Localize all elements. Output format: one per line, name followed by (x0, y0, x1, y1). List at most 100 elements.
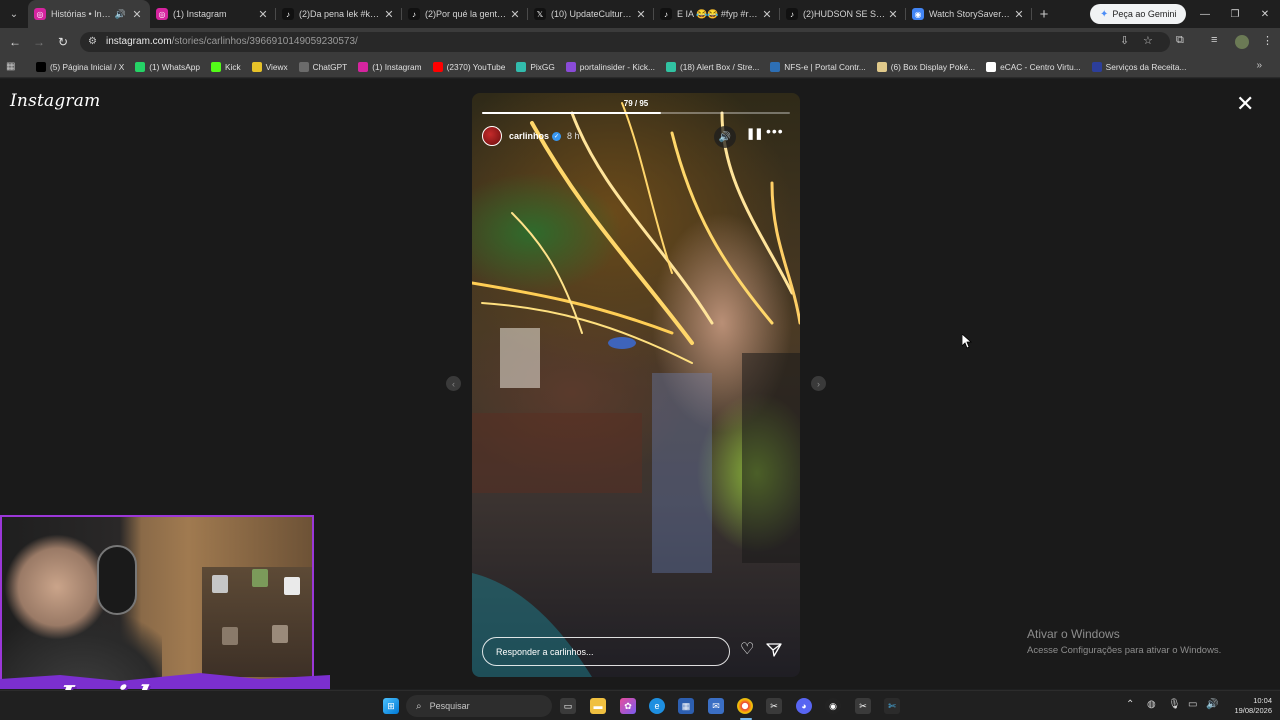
bookmark-item[interactable]: portalinsider - Kick... (565, 61, 655, 72)
task-view-icon[interactable]: ▭ (560, 698, 576, 714)
x-icon (36, 61, 46, 72)
bookmark-item[interactable]: (1) Instagram (358, 61, 422, 72)
close-story-icon[interactable]: ✕ (1236, 93, 1254, 115)
previous-story-icon[interactable]: ‹ (446, 376, 461, 391)
copilot-icon[interactable]: ✿ (620, 698, 636, 714)
browser-tab[interactable]: ◎ Histórias • Instagram🔊 ✕ (28, 0, 150, 28)
capcut-icon[interactable]: ✂ (766, 698, 782, 714)
like-heart-icon[interactable]: ♡ (740, 642, 754, 658)
browser-tab[interactable]: ♪ (2)Da pena lek #koskylol✕ (276, 0, 402, 28)
mail-icon[interactable]: ✉ (708, 698, 724, 714)
bookmark-item[interactable]: (1) WhatsApp (135, 61, 200, 72)
reply-input[interactable]: Responder a carlinhos... (482, 637, 730, 666)
tab-close-icon[interactable]: ✕ (760, 8, 774, 21)
new-tab-button[interactable]: + (1032, 6, 1056, 23)
bookmark-item[interactable]: NFS-e | Portal Contr... (770, 61, 866, 72)
bookmarks-overflow-icon[interactable]: » (1256, 60, 1262, 71)
apps-grid-icon[interactable]: ▦ (6, 61, 26, 72)
browser-tab[interactable]: ◉ Watch StorySaver.net ✕ (906, 0, 1032, 28)
bookmark-item[interactable]: PixGG (516, 61, 555, 72)
bookmarks-bar: ▦ (5) Página Inicial / X (1) WhatsApp Kick… (0, 56, 1280, 78)
microphone-icon[interactable]: 🎙 (1168, 699, 1181, 710)
file-explorer-icon[interactable]: ▬ (590, 698, 606, 714)
clock-time: 10:04 (1253, 696, 1272, 705)
tab-close-icon[interactable]: ✕ (256, 8, 270, 21)
bookmark-item[interactable]: Viewx (251, 61, 288, 72)
instagram-favicon-icon: ◎ (34, 8, 46, 20)
tab-audio-icon[interactable]: 🔊 (115, 9, 126, 20)
browser-tab[interactable]: ◎ (1) Instagram ✕ (150, 0, 276, 28)
tab-close-icon[interactable]: ✕ (382, 8, 396, 21)
pixgg-icon (516, 61, 527, 72)
bookmark-star-icon[interactable]: ☆ (1143, 34, 1153, 47)
tab-title: (2)Por qué la gente lo (425, 9, 508, 19)
tab-close-icon[interactable]: ✕ (1012, 8, 1026, 21)
start-button-icon[interactable]: ⊞ (383, 698, 399, 714)
tab-search-menu-icon[interactable]: ⌄ (0, 0, 28, 28)
browser-tab[interactable]: ♪ (2)HUDSON SE SURPR✕ (780, 0, 906, 28)
extensions-icon[interactable]: ⧉ (1176, 34, 1184, 47)
tab-close-icon[interactable]: ✕ (634, 8, 648, 21)
instagram-icon (358, 61, 369, 72)
store-icon[interactable]: ▦ (678, 698, 694, 714)
instagram-logo[interactable]: Instagram (10, 91, 100, 111)
edge-icon[interactable]: e (649, 698, 665, 714)
forward-icon[interactable]: → (31, 34, 47, 50)
tab-close-icon[interactable]: ✕ (508, 8, 522, 21)
reload-icon[interactable]: ↻ (55, 34, 71, 50)
tiktok-favicon-icon: ♪ (408, 8, 420, 20)
restore-icon[interactable]: ❐ (1220, 0, 1250, 28)
tab-close-icon[interactable]: ✕ (886, 8, 900, 21)
capcut-alt-icon[interactable]: ✂ (855, 698, 871, 714)
back-icon[interactable]: ← (7, 34, 23, 50)
bookmark-item[interactable]: (18) Alert Box / Stre... (665, 61, 759, 72)
ask-gemini-button[interactable]: ✦ Peça ao Gemini (1090, 4, 1187, 24)
network-icon[interactable]: ◍ (1147, 699, 1156, 710)
window-close-icon[interactable]: ✕ (1250, 0, 1280, 28)
more-options-icon[interactable]: ••• (766, 123, 784, 139)
bookmark-label: (1) WhatsApp (149, 61, 200, 72)
media-controls-icon[interactable]: ≡ (1211, 34, 1217, 46)
obs-icon[interactable]: ◉ (825, 698, 841, 714)
browser-tab[interactable]: ♪ E IA 😂😂 #fyp #reels ✕ (654, 0, 780, 28)
story-media[interactable]: 79 / 95 carlinhos ✓ 8 h 🔊 ❚❚ ••• Respond… (472, 93, 800, 677)
bookmark-item[interactable]: (2370) YouTube (432, 61, 505, 72)
next-story-icon[interactable]: › (811, 376, 826, 391)
alertbox-icon (665, 61, 676, 72)
display-icon[interactable]: ▭ (1188, 699, 1197, 710)
shelf-figure (252, 569, 268, 587)
volume-icon[interactable]: 🔊 (1206, 699, 1218, 710)
browser-tab[interactable]: ♪ (2)Por qué la gente lo ✕ (402, 0, 528, 28)
story-header: carlinhos ✓ 8 h (482, 126, 580, 146)
browser-menu-icon[interactable]: ⋮ (1262, 34, 1273, 47)
tray-overflow-icon[interactable]: ⌃ (1126, 699, 1134, 710)
send-icon[interactable] (766, 642, 782, 658)
site-info-icon[interactable]: ⚙ (88, 36, 97, 47)
story-progress-fill (482, 112, 661, 114)
bookmark-label: Serviços da Receita... (1105, 61, 1187, 72)
bookmark-item[interactable]: ChatGPT (298, 61, 348, 72)
bookmark-item[interactable]: Serviços da Receita... (1091, 61, 1187, 72)
story-avatar[interactable] (482, 126, 502, 146)
profile-avatar[interactable] (1235, 35, 1249, 49)
bookmark-label: eCAC - Centro Virtu... (1000, 61, 1081, 72)
bookmark-item[interactable]: (5) Página Inicial / X (36, 61, 124, 72)
story-username[interactable]: carlinhos (509, 131, 549, 141)
bookmark-item[interactable]: (6) Box Display Poké... (876, 61, 975, 72)
story-timestamp: 8 h (567, 131, 580, 141)
discord-icon[interactable]: ◕ (796, 698, 812, 714)
taskbar-search[interactable]: ⌕ Pesquisar (406, 695, 552, 717)
tab-close-icon[interactable]: ✕ (130, 8, 144, 21)
minimize-icon[interactable]: — (1190, 0, 1220, 28)
install-app-icon[interactable]: ⇩ (1120, 34, 1129, 47)
bookmark-item[interactable]: eCAC - Centro Virtu... (986, 61, 1081, 72)
pause-icon[interactable]: ❚❚ (746, 127, 763, 140)
chrome-taskbar-icon[interactable] (737, 698, 753, 714)
address-bar[interactable]: ⚙ instagram.com/stories/carlinhos/396691… (80, 32, 1170, 52)
bookmark-item[interactable]: Kick (210, 61, 241, 72)
sound-toggle-icon[interactable]: 🔊 (714, 126, 736, 148)
taskbar-clock[interactable]: 10:04 19/08/2026 (1226, 696, 1272, 716)
browser-tab[interactable]: 𝕏 (10) UpdateCultura no ✕ (528, 0, 654, 28)
bookmark-label: ChatGPT (312, 61, 348, 72)
snipping-tool-icon[interactable]: ✄ (884, 698, 900, 714)
